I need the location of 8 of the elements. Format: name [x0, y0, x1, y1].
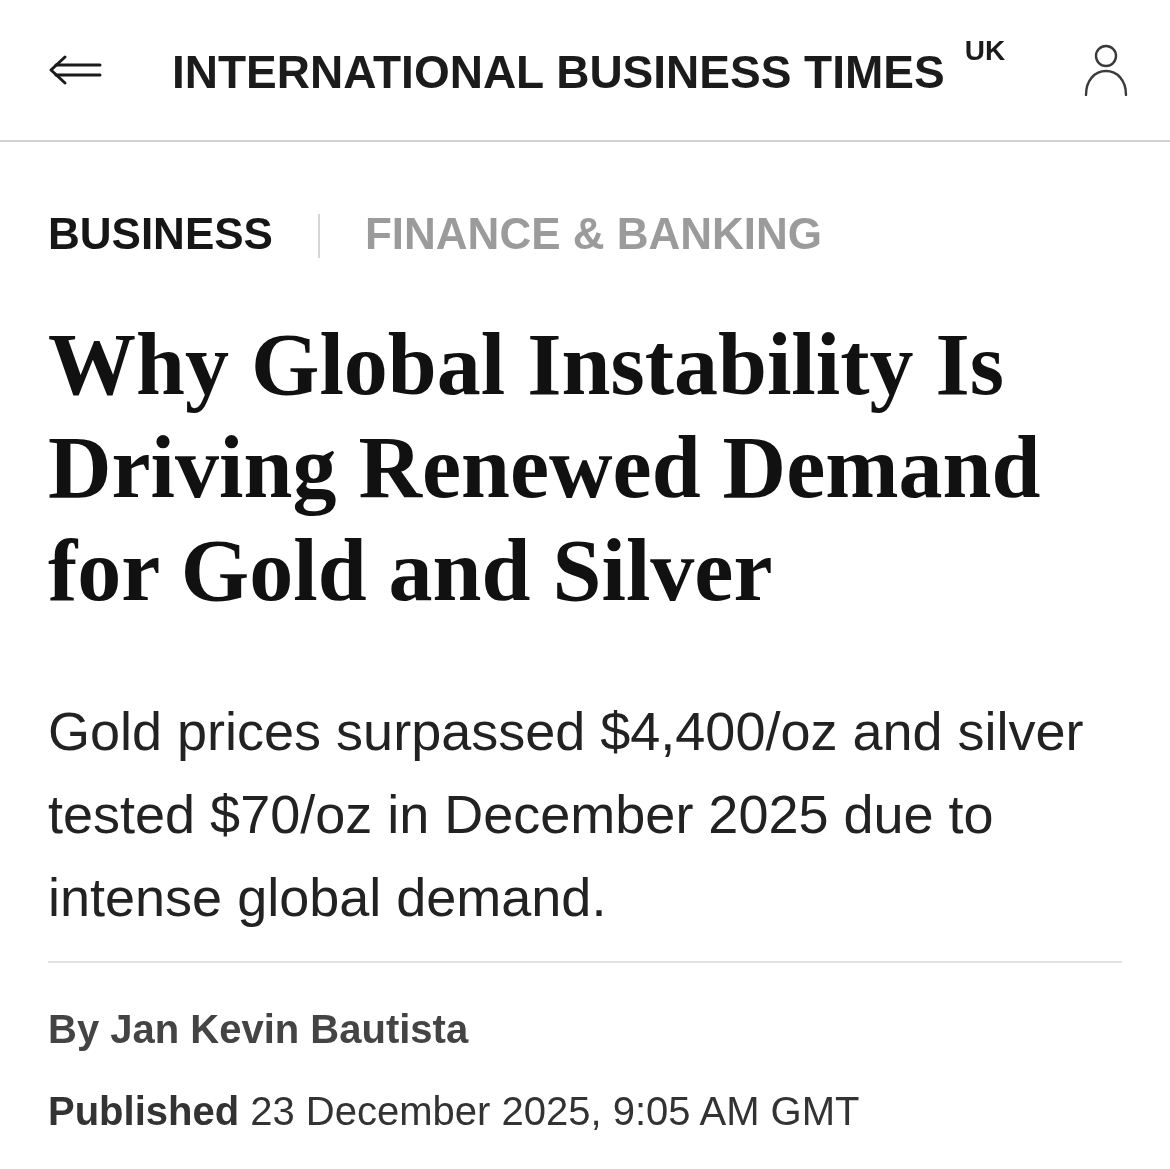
byline: By Jan Kevin Bautista — [48, 1006, 470, 1052]
site-title[interactable]: INTERNATIONAL BUSINESS TIMES — [172, 49, 945, 95]
category-link[interactable]: BUSINESS — [48, 209, 273, 259]
article-summary: Gold prices surpassed $4,400/oz and silver tested $70/oz in December 2025 due to intense global demand. — [48, 700, 1085, 929]
edition-label: UK — [964, 37, 1006, 65]
article-headline: Why Global Instability Is Driving Renewed Demand for Gold and Silver — [48, 315, 1042, 621]
published-date: Published 23 December 2025, 9:05 AM GMT — [48, 1088, 861, 1134]
person-icon[interactable] — [1084, 44, 1128, 96]
